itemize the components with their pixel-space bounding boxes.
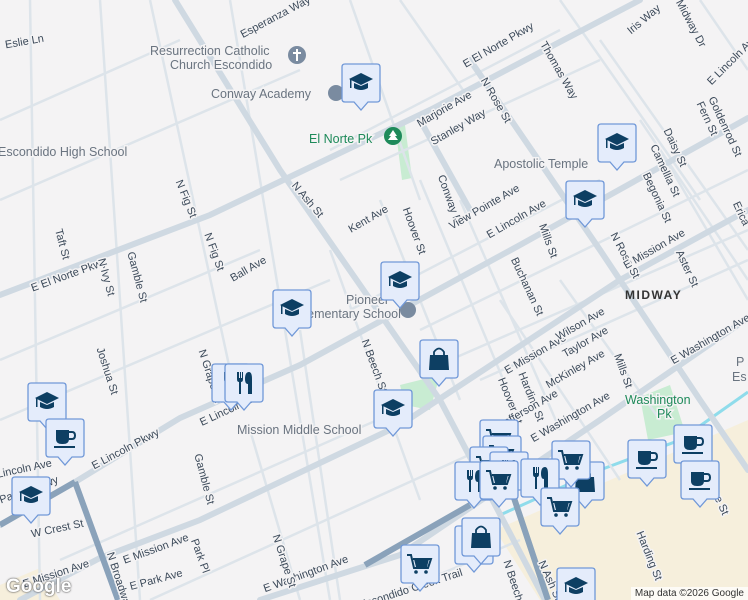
place-label-pioneer-line2[interactable]: Elementary School <box>295 306 403 323</box>
map-marker-school[interactable] <box>597 123 637 171</box>
street-label: Gamble St <box>191 453 216 506</box>
street-label: N Beech St <box>359 338 389 394</box>
street-label: Aster St <box>673 248 700 289</box>
place-label-washington-pk[interactable]: Washington <box>624 392 693 409</box>
place-label-washington-pk-line2[interactable]: Pk <box>656 406 674 423</box>
street-label: Park Pl <box>188 537 211 574</box>
map-marker-school[interactable] <box>565 180 605 228</box>
street-label: Esperanza Way <box>239 0 313 41</box>
place-label-high-school[interactable]: Escondido High School <box>0 144 129 161</box>
place-label-mission-middle[interactable]: Mission Middle School <box>236 422 363 439</box>
street-label: Mills St <box>611 352 634 389</box>
place-label-church[interactable]: Resurrection Catholic <box>149 43 272 60</box>
street-label: Eslie Ln <box>4 33 45 52</box>
place-label-conway-academy[interactable]: Conway Academy <box>210 86 314 103</box>
place-label-el-norte-pk[interactable]: El Norte Pk <box>308 131 375 148</box>
map-marker-school[interactable] <box>556 567 596 600</box>
map-base: Esperanza WayE El Norte PkwyE El Norte P… <box>0 0 748 600</box>
street-label: E Lincoln Pkwy <box>90 426 162 472</box>
place-label-apostolic-temple[interactable]: Apostolic Temple <box>493 156 590 173</box>
church-icon[interactable] <box>288 46 306 64</box>
street-label: Ball Ave <box>228 254 268 284</box>
google-logo: Google <box>6 576 72 597</box>
map-marker-school[interactable] <box>341 63 381 111</box>
map-marker-school[interactable] <box>272 289 312 337</box>
street-label: Gamble St <box>124 251 149 304</box>
map-attribution[interactable]: Map data ©2026 Google <box>630 587 748 600</box>
neighborhood-label-midway: MIDWAY <box>625 288 682 302</box>
map-marker-school[interactable] <box>373 389 413 437</box>
place-label-church-line2[interactable]: Church Escondido <box>169 57 274 74</box>
street-label: Taft St <box>52 228 72 261</box>
street-label: N Ivy St <box>95 257 117 297</box>
street-label: Buchanan St <box>508 256 546 318</box>
street-label: Hoover St <box>400 206 428 256</box>
tree-icon[interactable] <box>384 127 402 145</box>
street-label: Thomas Way <box>537 40 580 102</box>
map-marker-cafe[interactable] <box>45 418 85 466</box>
street-label: Erica <box>730 200 748 229</box>
place-label-edge-line2[interactable]: Es <box>731 369 748 386</box>
street-label: N Fig St <box>173 178 199 219</box>
place-label-edge[interactable]: P <box>735 354 746 371</box>
map-canvas[interactable]: Esperanza Way E El Norte Pkwy E El Norte P… <box>0 0 748 600</box>
street-label: Kent Ave <box>347 203 391 235</box>
street-label: Midway Dr <box>673 0 708 50</box>
